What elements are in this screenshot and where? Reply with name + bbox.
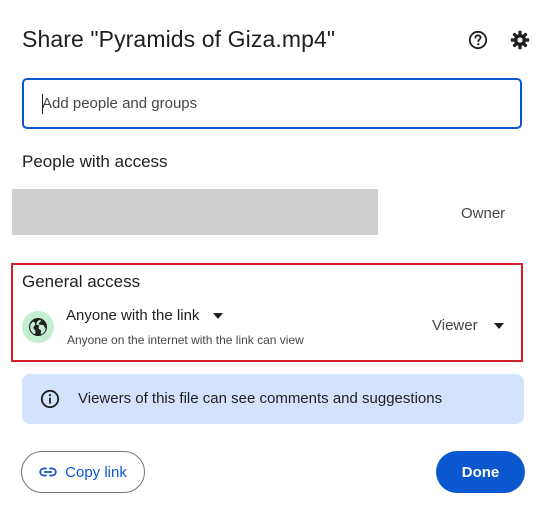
help-button[interactable] [466,28,490,52]
link-access-dropdown[interactable]: Anyone with the link [66,307,224,324]
people-with-access-heading: People with access [22,152,168,171]
dialog-title: Share "Pyramids of Giza.mp4" [22,26,336,52]
link-access-description: Anyone on the internet with the link can… [67,333,304,347]
help-circle-icon [468,30,488,50]
settings-button[interactable] [508,28,532,52]
caret-down-icon [493,322,504,329]
redacted-person-entry [12,189,378,235]
role-dropdown[interactable]: Viewer [432,317,504,334]
add-people-field[interactable] [22,78,522,129]
link-icon [39,467,57,477]
copy-link-button[interactable]: Copy link [21,451,145,493]
link-access-label: Anyone with the link [66,307,200,324]
caret-down-icon [213,312,224,319]
info-banner-text: Viewers of this file can see comments an… [78,390,443,407]
info-icon [40,389,60,409]
add-people-input[interactable] [24,80,520,127]
info-banner: Viewers of this file can see comments an… [22,374,524,424]
general-access-heading: General access [22,272,141,291]
gear-icon [510,30,530,50]
done-button[interactable]: Done [436,451,525,493]
role-label: Viewer [432,317,478,334]
globe-avatar [22,311,54,343]
share-dialog: Share "Pyramids of Giza.mp4" Add people … [0,0,550,520]
owner-role-label: Owner [461,205,506,222]
done-label: Done [461,463,500,481]
text-caret [42,94,43,114]
globe-icon [29,318,47,336]
copy-link-label: Copy link [65,463,127,481]
